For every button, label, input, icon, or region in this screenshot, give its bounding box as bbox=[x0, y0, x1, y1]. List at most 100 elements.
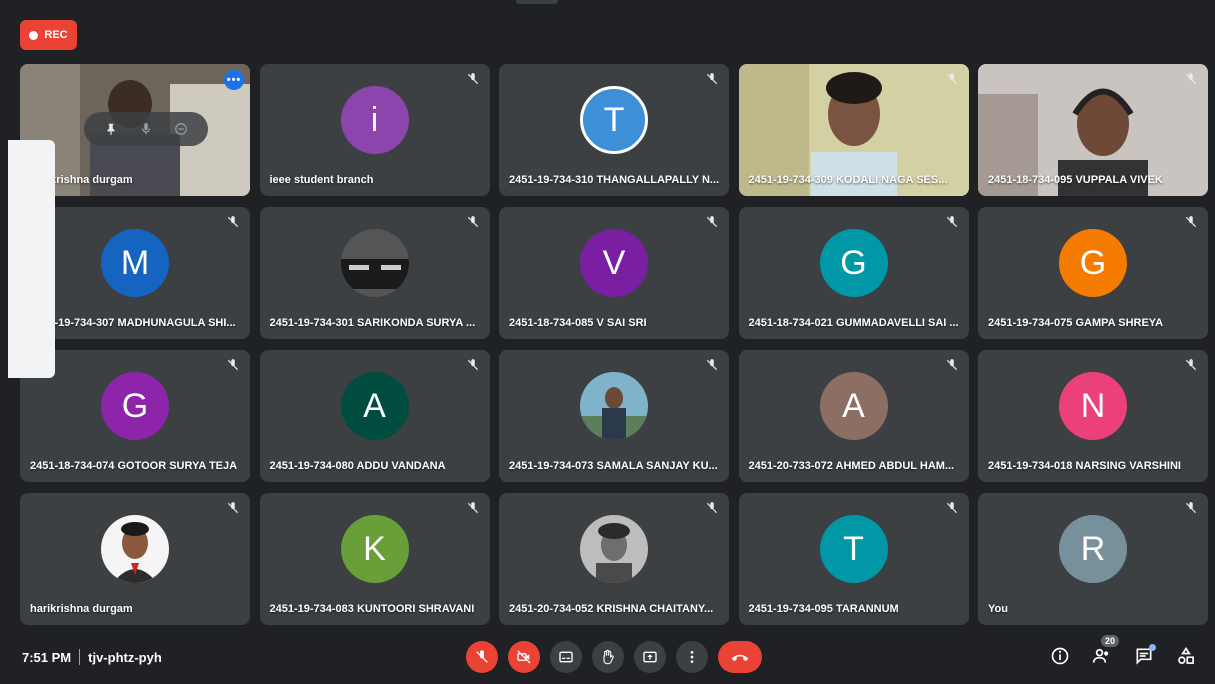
more-options-button[interactable] bbox=[676, 641, 708, 673]
more-vert-icon bbox=[690, 651, 694, 663]
remove-icon[interactable] bbox=[174, 122, 188, 136]
mic-off-icon bbox=[1185, 73, 1197, 85]
participant-name: harikrishna durgam bbox=[30, 174, 133, 186]
raise-hand-button[interactable] bbox=[592, 641, 624, 673]
recording-badge: REC bbox=[20, 20, 77, 50]
chat-button[interactable] bbox=[1133, 644, 1156, 667]
mic-off-icon bbox=[706, 502, 718, 514]
participant-name: 2451-18-734-095 VUPPALA VIVEK bbox=[988, 174, 1163, 186]
participant-name: 2451-20-734-052 KRISHNA CHAITANY... bbox=[509, 603, 714, 615]
participant-avatar: A bbox=[340, 372, 409, 440]
participant-photo bbox=[340, 229, 409, 297]
participant-tile-6[interactable]: 2451-19-734-301 SARIKONDA SURYA ... bbox=[259, 207, 490, 339]
mic-off-icon bbox=[1185, 502, 1197, 514]
participant-avatar: G bbox=[819, 229, 888, 297]
participant-name: You bbox=[988, 603, 1008, 615]
participant-avatar: G bbox=[101, 372, 169, 440]
participant-name: 2451-19-734-083 KUNTOORI SHRAVANI bbox=[269, 603, 475, 615]
meeting-info: 7:51 PM tjv-phtz-pyh bbox=[22, 649, 162, 665]
mic-off-icon bbox=[227, 359, 239, 371]
mic-off-icon bbox=[227, 216, 239, 228]
participant-tile-1[interactable]: i ieee student branch bbox=[259, 64, 490, 196]
recording-label: REC bbox=[44, 29, 68, 41]
participant-name: 2451-19-734-309 KODALI NAGA SES... bbox=[748, 174, 948, 186]
mic-off-icon bbox=[467, 359, 478, 371]
tile-hover-controls bbox=[84, 112, 208, 146]
participant-avatar: M bbox=[101, 229, 169, 297]
participant-tile-15[interactable]: harikrishna durgam bbox=[20, 493, 250, 625]
participant-name: ieee student branch bbox=[269, 174, 374, 186]
divider bbox=[79, 649, 81, 665]
participant-grid: ••• harikrishna durgam i ieee student br… bbox=[20, 64, 1208, 625]
activities-button[interactable] bbox=[1175, 645, 1197, 667]
side-panel bbox=[8, 140, 55, 378]
participant-name: 2451-18-734-074 GOTOOR SURYA TEJA bbox=[30, 460, 238, 472]
participant-tile-8[interactable]: G 2451-18-734-021 GUMMADAVELLI SAI ... bbox=[738, 207, 969, 339]
participant-tile-4[interactable]: 2451-18-734-095 VUPPALA VIVEK bbox=[978, 64, 1208, 196]
meeting-code: tjv-phtz-pyh bbox=[88, 649, 162, 665]
participant-photo bbox=[101, 515, 169, 583]
mic-toggle-button[interactable] bbox=[466, 641, 498, 673]
call-controls bbox=[466, 641, 762, 673]
captions-button[interactable] bbox=[550, 641, 582, 673]
participant-name: 2451-19-734-080 ADDU VANDANA bbox=[269, 460, 446, 472]
participant-tile-7[interactable]: V 2451-18-734-085 V SAI SRI bbox=[499, 207, 729, 339]
participant-tile-17[interactable]: 2451-20-734-052 KRISHNA CHAITANY... bbox=[499, 493, 729, 625]
mic-off-icon bbox=[467, 216, 478, 228]
participant-avatar: G bbox=[1059, 229, 1127, 297]
mic-off-icon bbox=[467, 502, 478, 514]
people-button[interactable]: 20 bbox=[1091, 635, 1119, 667]
pin-icon[interactable] bbox=[104, 122, 118, 136]
participant-tile-11[interactable]: A 2451-19-734-080 ADDU VANDANA bbox=[259, 350, 490, 482]
camera-toggle-button[interactable] bbox=[508, 641, 540, 673]
participant-tile-2[interactable]: T 2451-19-734-310 THANGALLAPALLY N... bbox=[499, 64, 729, 196]
participant-avatar: R bbox=[1059, 515, 1127, 583]
participant-tile-14[interactable]: N 2451-19-734-018 NARSING VARSHINI bbox=[978, 350, 1208, 482]
info-icon bbox=[1051, 647, 1069, 665]
participant-tile-13[interactable]: A 2451-20-733-072 AHMED ABDUL HAM... bbox=[738, 350, 969, 482]
participant-name: 2451-18-734-021 GUMMADAVELLI SAI ... bbox=[748, 317, 959, 329]
participant-photo bbox=[580, 515, 648, 583]
captions-icon bbox=[559, 651, 573, 663]
mic-off-icon bbox=[1185, 359, 1197, 371]
meeting-details-icons: 20 bbox=[1049, 635, 1197, 667]
participant-name: 2451-18-734-085 V SAI SRI bbox=[509, 317, 647, 329]
participant-tile-18[interactable]: T 2451-19-734-095 TARANNUM bbox=[738, 493, 969, 625]
camera-off-icon bbox=[517, 650, 531, 664]
participant-avatar: i bbox=[340, 86, 409, 154]
microphone-icon[interactable] bbox=[139, 122, 153, 136]
mic-off-icon bbox=[946, 359, 957, 371]
more-options-button[interactable]: ••• bbox=[224, 70, 244, 90]
mic-off-icon bbox=[946, 73, 957, 85]
meeting-info-button[interactable] bbox=[1049, 645, 1071, 667]
activities-icon bbox=[1178, 646, 1194, 664]
present-button[interactable] bbox=[634, 641, 666, 673]
participant-photo bbox=[580, 372, 648, 440]
participant-avatar: T bbox=[819, 515, 888, 583]
participant-avatar: K bbox=[340, 515, 409, 583]
participant-name: 2451-19-734-095 TARANNUM bbox=[748, 603, 899, 615]
participant-tile-19[interactable]: R You bbox=[978, 493, 1208, 625]
mic-off-icon bbox=[467, 73, 478, 85]
mic-off-icon bbox=[476, 650, 488, 663]
leave-call-button[interactable] bbox=[718, 641, 762, 673]
mic-off-icon bbox=[946, 216, 957, 228]
mic-off-icon bbox=[1185, 216, 1197, 228]
participant-tile-9[interactable]: G 2451-19-734-075 GAMPA SHREYA bbox=[978, 207, 1208, 339]
meeting-time: 7:51 PM bbox=[22, 649, 72, 665]
participant-name: 2451-20-733-072 AHMED ABDUL HAM... bbox=[748, 460, 955, 472]
participant-tile-3[interactable]: 2451-19-734-309 KODALI NAGA SES... bbox=[738, 64, 969, 196]
unread-dot bbox=[1149, 644, 1156, 651]
participant-name: 2451-19-734-310 THANGALLAPALLY N... bbox=[509, 174, 719, 186]
people-icon bbox=[1092, 648, 1109, 663]
participant-name: 2451-19-734-018 NARSING VARSHINI bbox=[988, 460, 1181, 472]
participant-avatar: N bbox=[1059, 372, 1127, 440]
top-indicator bbox=[516, 0, 558, 4]
hand-icon bbox=[603, 649, 614, 665]
mic-off-icon bbox=[946, 502, 957, 514]
participant-name: 2451-19-734-301 SARIKONDA SURYA ... bbox=[269, 317, 476, 329]
participant-tile-16[interactable]: K 2451-19-734-083 KUNTOORI SHRAVANI bbox=[259, 493, 490, 625]
record-dot-icon bbox=[29, 30, 39, 40]
participant-name: 2451-19-734-073 SAMALA SANJAY KU... bbox=[509, 460, 718, 472]
participant-tile-12[interactable]: 2451-19-734-073 SAMALA SANJAY KU... bbox=[499, 350, 729, 482]
